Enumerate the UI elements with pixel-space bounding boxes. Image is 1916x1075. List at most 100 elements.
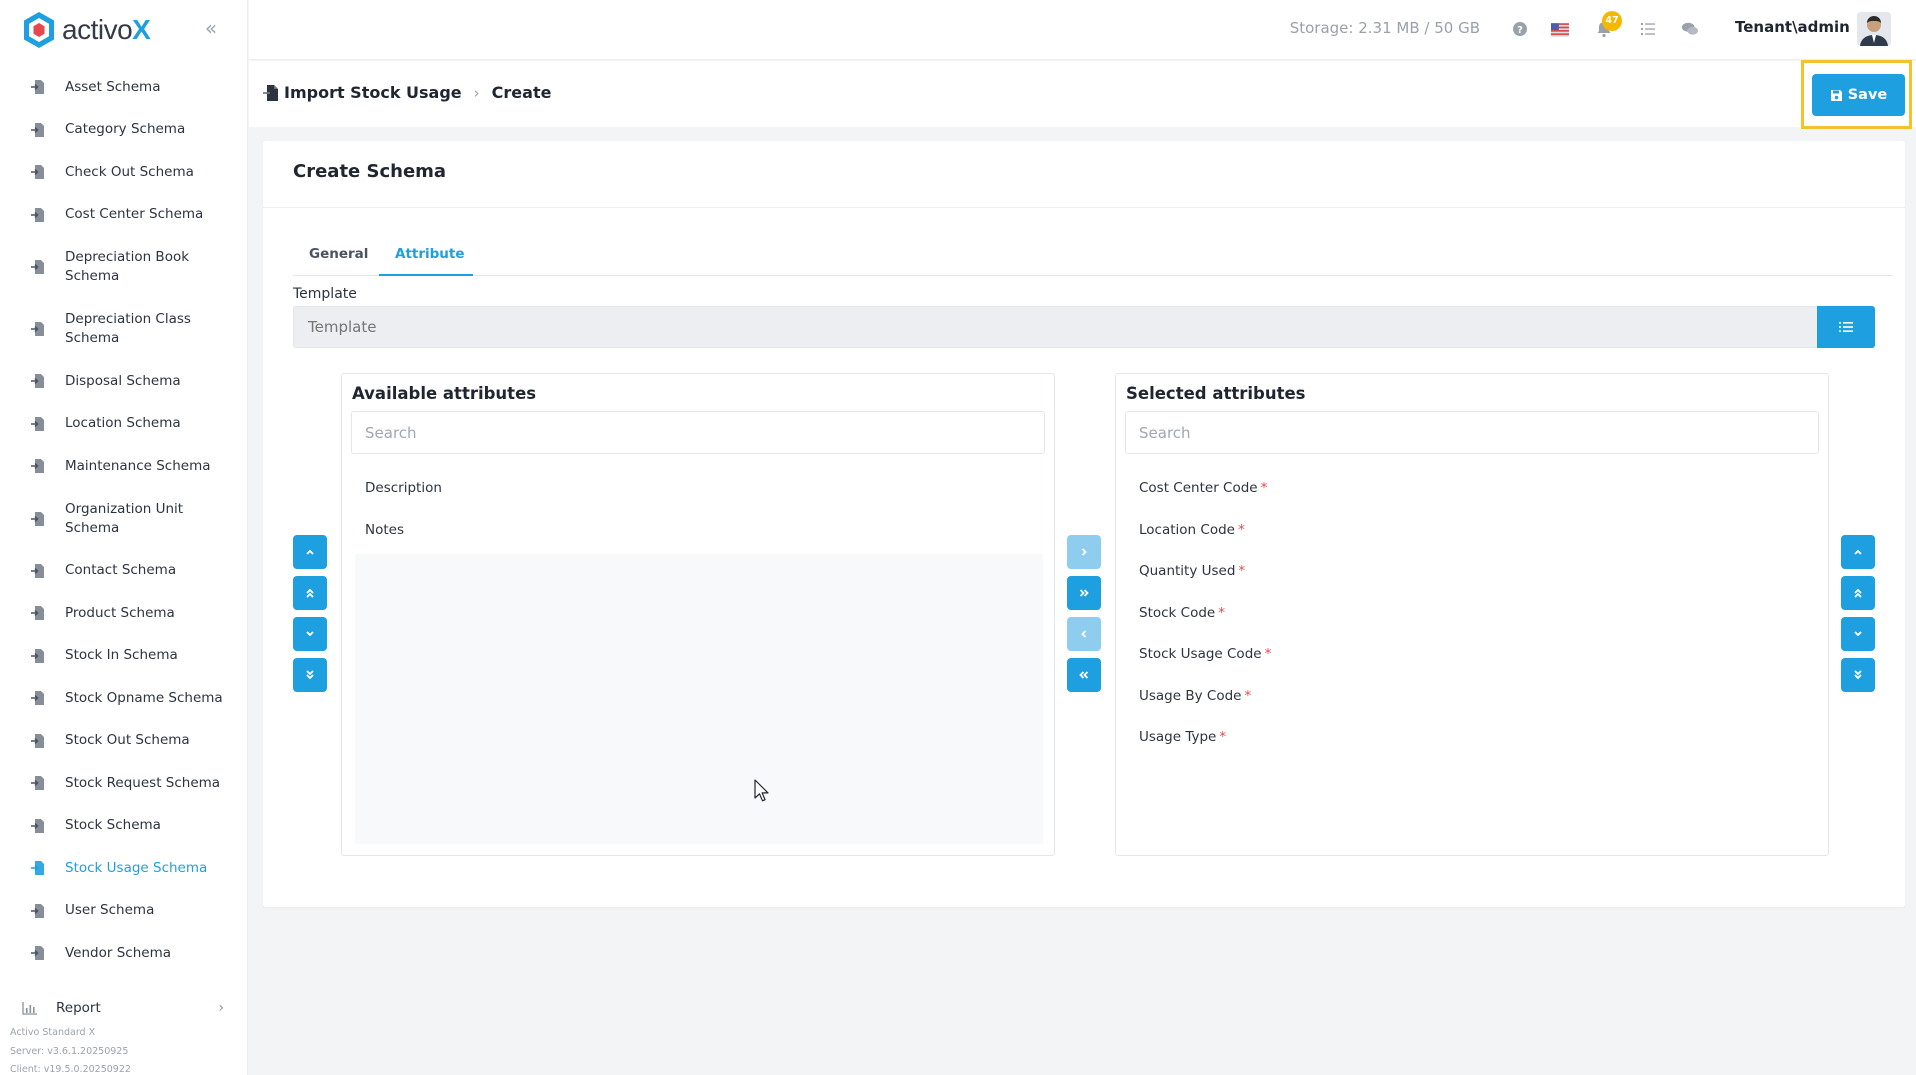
template-input[interactable] bbox=[293, 306, 1834, 348]
sidebar-item-organization-unit-schema[interactable]: Organization Unit Schema bbox=[0, 488, 247, 550]
double-chevron-down-icon bbox=[306, 670, 314, 680]
sidebar-item-check-out-schema[interactable]: Check Out Schema bbox=[0, 151, 247, 194]
sidebar-item-disposal-schema[interactable]: Disposal Schema bbox=[0, 360, 247, 403]
sidebar-item-label: Vendor Schema bbox=[65, 944, 171, 961]
app-logo[interactable]: activoX « bbox=[0, 0, 247, 60]
notification-badge: 47 bbox=[1602, 11, 1622, 31]
topbar: Storage: 2.31 MB / 50 GB ? 47 Tenant\adm… bbox=[249, 0, 1916, 60]
selected-attribute-item[interactable]: Cost Center Code * bbox=[1129, 467, 1817, 509]
import-doc-icon bbox=[31, 733, 44, 748]
current-user[interactable]: Tenant\admin bbox=[1735, 18, 1850, 36]
tab-attribute[interactable]: Attribute bbox=[379, 240, 473, 276]
move-up-left-button[interactable] bbox=[293, 535, 327, 569]
sidebar-item-label: Stock Schema bbox=[65, 817, 161, 834]
sidebar-item-contact-schema[interactable]: Contact Schema bbox=[0, 550, 247, 593]
import-doc-icon bbox=[31, 648, 44, 663]
move-all-right-button[interactable] bbox=[1067, 576, 1101, 610]
sidebar-item-cost-center-schema[interactable]: Cost Center Schema bbox=[0, 194, 247, 237]
save-button[interactable]: Save bbox=[1812, 74, 1905, 116]
sidebar-item-label: Contact Schema bbox=[65, 562, 177, 579]
sidebar-item-user-schema[interactable]: User Schema bbox=[0, 890, 247, 933]
attribute-label: Stock Code bbox=[1139, 604, 1216, 621]
version-info: Activo Standard X Server: v3.6.1.2025092… bbox=[10, 1024, 131, 1075]
sidebar-item-product-schema[interactable]: Product Schema bbox=[0, 592, 247, 635]
move-top-right-button[interactable] bbox=[1841, 576, 1875, 610]
sidebar-item-label: Category Schema bbox=[65, 121, 186, 138]
move-down-left-button[interactable] bbox=[293, 617, 327, 651]
sidebar-item-label: Stock In Schema bbox=[65, 647, 178, 664]
sidebar-item-asset-schema[interactable]: Asset Schema bbox=[0, 66, 247, 109]
move-top-left-button[interactable] bbox=[293, 576, 327, 610]
available-attributes-panel: Available attributes DescriptionNotes bbox=[341, 373, 1055, 856]
selected-attribute-item[interactable]: Quantity Used * bbox=[1129, 550, 1817, 592]
available-attributes-title: Available attributes bbox=[352, 384, 537, 403]
page-header: Import Stock Usage › Create Save bbox=[249, 60, 1916, 129]
sidebar-item-label: Asset Schema bbox=[65, 78, 161, 95]
move-right-button[interactable] bbox=[1067, 535, 1101, 569]
product-name: Activo Standard X bbox=[10, 1027, 96, 1038]
breadcrumb-root-link[interactable]: Import Stock Usage bbox=[284, 83, 462, 102]
move-bottom-right-button[interactable] bbox=[1841, 658, 1875, 692]
sidebar-item-stock-in-schema[interactable]: Stock In Schema bbox=[0, 635, 247, 678]
template-picker-button[interactable] bbox=[1817, 306, 1875, 348]
task-list-icon[interactable] bbox=[1639, 20, 1657, 38]
sidebar-item-depreciation-class-schema[interactable]: Depreciation Class Schema bbox=[0, 298, 247, 360]
page-title: Create bbox=[491, 83, 552, 102]
chevron-down-icon bbox=[306, 631, 314, 637]
sidebar-item-location-schema[interactable]: Location Schema bbox=[0, 403, 247, 446]
chevron-down-icon bbox=[1854, 631, 1862, 637]
selected-attribute-item[interactable]: Location Code * bbox=[1129, 509, 1817, 551]
sidebar-item-label: Organization Unit Schema bbox=[65, 500, 184, 536]
sidebar-item-label: Location Schema bbox=[65, 415, 181, 432]
mouse-pointer-icon bbox=[754, 779, 769, 802]
available-attribute-item[interactable]: Notes bbox=[355, 509, 1043, 551]
double-chevron-up-icon bbox=[1854, 588, 1862, 598]
import-doc-icon bbox=[263, 84, 278, 101]
avatar[interactable] bbox=[1857, 12, 1891, 46]
sidebar-item-category-schema[interactable]: Category Schema bbox=[0, 109, 247, 152]
sidebar-item-depreciation-book-schema[interactable]: Depreciation Book Schema bbox=[0, 236, 247, 298]
selected-attribute-item[interactable]: Stock Code * bbox=[1129, 592, 1817, 634]
move-left-button[interactable] bbox=[1067, 617, 1101, 651]
import-doc-icon bbox=[31, 776, 44, 791]
chat-icon[interactable] bbox=[1681, 20, 1699, 38]
help-icon[interactable]: ? bbox=[1511, 20, 1529, 38]
sidebar-item-stock-schema[interactable]: Stock Schema bbox=[0, 805, 247, 848]
selected-attribute-item[interactable]: Stock Usage Code * bbox=[1129, 633, 1817, 675]
sidebar-item-label: Product Schema bbox=[65, 604, 175, 621]
double-chevron-right-icon bbox=[1079, 589, 1089, 597]
sidebar-item-stock-request-schema[interactable]: Stock Request Schema bbox=[0, 762, 247, 805]
move-all-left-button[interactable] bbox=[1067, 658, 1101, 692]
import-doc-icon bbox=[31, 903, 44, 918]
activo-logo-icon bbox=[24, 12, 54, 48]
available-attribute-item[interactable]: Description bbox=[355, 467, 1043, 509]
selected-attributes-panel: Selected attributes Cost Center Code*Loc… bbox=[1115, 373, 1829, 856]
move-up-right-button[interactable] bbox=[1841, 535, 1875, 569]
selected-attribute-item[interactable]: Usage By Code * bbox=[1129, 675, 1817, 717]
sidebar-item-label: Disposal Schema bbox=[65, 372, 181, 389]
required-marker: * bbox=[1237, 521, 1245, 538]
move-bottom-left-button[interactable] bbox=[293, 658, 327, 692]
sidebar-item-report[interactable]: Report › bbox=[0, 996, 248, 1020]
available-search-input[interactable] bbox=[351, 411, 1045, 454]
server-version: Server: v3.6.1.20250925 bbox=[10, 1045, 129, 1057]
sidebar-item-stock-opname-schema[interactable]: Stock Opname Schema bbox=[0, 677, 247, 720]
selected-attribute-item[interactable]: Usage Type * bbox=[1129, 716, 1817, 758]
double-chevron-up-icon bbox=[306, 588, 314, 598]
tab-general[interactable]: General bbox=[293, 240, 384, 276]
import-doc-icon bbox=[31, 459, 44, 474]
sidebar-item-stock-out-schema[interactable]: Stock Out Schema bbox=[0, 720, 247, 763]
move-down-right-button[interactable] bbox=[1841, 617, 1875, 651]
sidebar-item-stock-usage-schema[interactable]: Stock Usage Schema bbox=[0, 847, 247, 890]
sidebar-item-vendor-schema[interactable]: Vendor Schema bbox=[0, 932, 247, 975]
us-flag-icon[interactable] bbox=[1551, 21, 1569, 39]
breadcrumb: Import Stock Usage › Create bbox=[262, 83, 551, 102]
sidebar-item-maintenance-schema[interactable]: Maintenance Schema bbox=[0, 445, 247, 488]
double-chevron-left-icon bbox=[1079, 671, 1089, 679]
import-doc-icon bbox=[31, 322, 44, 336]
template-label: Template bbox=[293, 286, 357, 302]
attribute-label: Quantity Used bbox=[1139, 563, 1236, 579]
collapse-sidebar-icon[interactable]: « bbox=[201, 18, 221, 38]
import-doc-icon bbox=[31, 511, 44, 526]
selected-search-input[interactable] bbox=[1125, 411, 1819, 454]
